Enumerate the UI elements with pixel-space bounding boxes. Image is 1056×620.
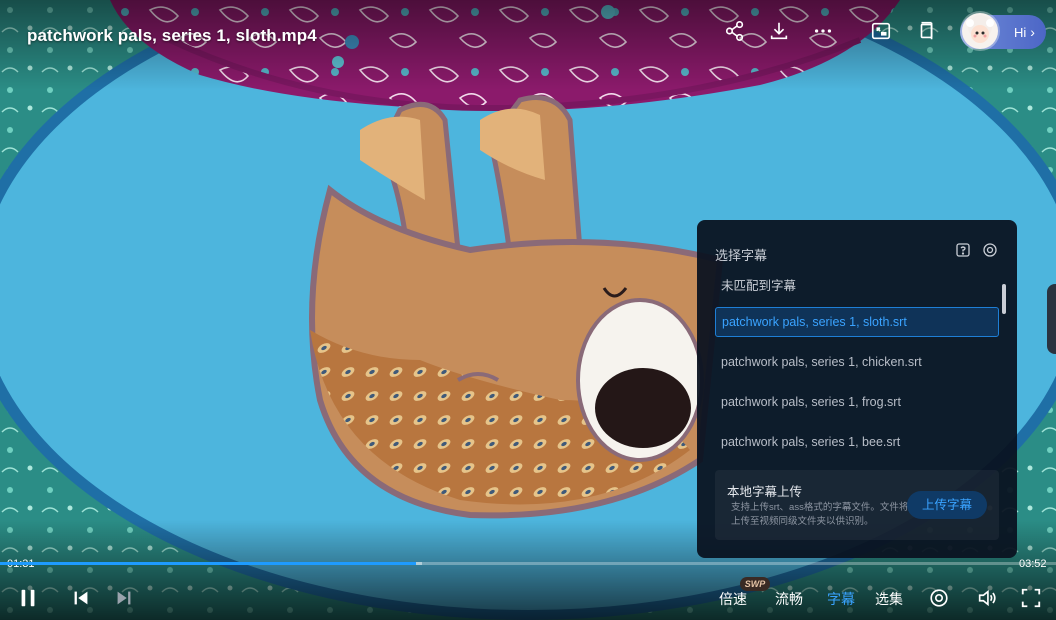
picture-in-picture-icon[interactable] [868,18,894,44]
fullscreen-icon[interactable] [1019,586,1043,610]
progress-bar[interactable] [0,562,1056,565]
panel-title: 选择字幕 [715,248,768,263]
subtitle-button[interactable]: 字幕 [827,589,855,609]
side-drawer-handle[interactable] [1047,284,1056,354]
greeting-text: Hi [1014,24,1027,40]
subtitle-item-bee[interactable]: patchwork pals, series 1, bee.srt [715,427,999,457]
previous-icon[interactable] [69,586,93,610]
video-title: patchwork pals, series 1, sloth.mp4 [27,26,317,45]
volume-icon[interactable] [975,586,999,610]
subtitle-feedback-icon[interactable] [955,242,973,260]
window-mode-icon[interactable] [914,18,940,44]
chevron-right-icon: › [1030,24,1035,40]
upload-description: 支持上传srt、ass格式的字幕文件。文件将上传至视频同级文件夹以供识别。 [731,502,909,527]
episodes-button[interactable]: 选集 [875,589,903,609]
list-scrollbar[interactable] [1002,284,1006,314]
next-icon[interactable] [112,586,136,610]
upload-title: 本地字幕上传 [727,485,803,499]
subtitle-item-chicken[interactable]: patchwork pals, series 1, chicken.srt [715,347,999,377]
subtitle-item-frog[interactable]: patchwork pals, series 1, frog.srt [715,387,999,417]
download-icon[interactable] [766,18,792,44]
subtitle-panel: 选择字幕 未匹配到字幕 patchwork pals, series 1, sl… [697,220,1017,558]
target-icon[interactable] [927,586,951,610]
local-upload-section: 本地字幕上传 支持上传srt、ass格式的字幕文件。文件将上传至视频同级文件夹以… [715,470,999,540]
pause-icon[interactable] [16,586,40,610]
speed-button[interactable]: 倍速 [719,589,747,609]
no-match-label: 未匹配到字幕 [721,279,797,293]
video-stage[interactable]: patchwork pals, series 1, sloth.mp4 Hi ›… [0,0,1056,620]
more-icon[interactable] [810,18,836,44]
progress-played [0,562,417,565]
user-greeting-pill[interactable]: Hi › [960,13,1046,49]
settings-icon[interactable] [982,242,1000,260]
upload-subtitle-button[interactable]: 上传字幕 [907,491,987,519]
quality-button[interactable]: 流畅 [775,589,803,609]
subtitle-item-sloth[interactable]: patchwork pals, series 1, sloth.srt [715,307,999,337]
avatar [962,13,998,49]
share-icon[interactable] [722,18,748,44]
